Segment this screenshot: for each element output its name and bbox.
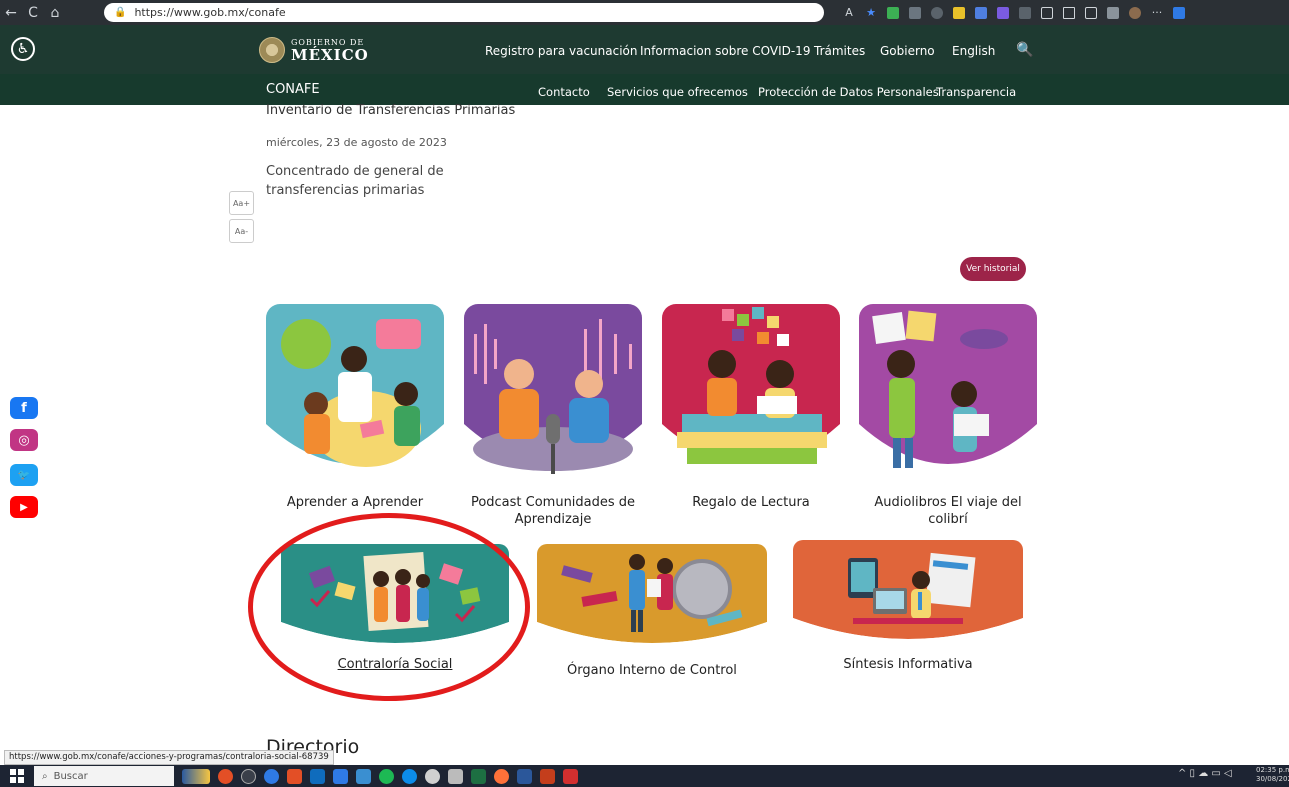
chrome-icon[interactable]: [218, 768, 233, 784]
extension-icon[interactable]: [970, 0, 992, 25]
site-header: ♿ GOBIERNO DE MÉXICO Registro para vacun…: [0, 25, 1289, 74]
extension-icon[interactable]: [882, 0, 904, 25]
copilot-icon[interactable]: [1168, 0, 1190, 25]
status-bar-url: https://www.gob.mx/conafe/acciones-y-pro…: [4, 750, 334, 765]
extension-icon[interactable]: [992, 0, 1014, 25]
gobierno-logo[interactable]: GOBIERNO DE MÉXICO: [259, 37, 369, 63]
subnav-datos-personales[interactable]: Protección de Datos Personales: [758, 85, 939, 99]
card-image-aprender[interactable]: [266, 304, 444, 484]
weather-icon[interactable]: [182, 768, 210, 784]
home-icon[interactable]: ⌂: [44, 0, 66, 25]
facebook-icon[interactable]: f: [10, 397, 38, 419]
extensions-icon[interactable]: [1102, 0, 1124, 25]
card-label-aprender[interactable]: Aprender a Aprender: [266, 494, 444, 511]
taskbar-apps: [182, 765, 578, 787]
taskbar-search[interactable]: ⌕ Buscar: [34, 766, 174, 786]
photos-icon[interactable]: [333, 768, 348, 784]
card-image-podcast[interactable]: [464, 304, 642, 484]
extension-icon[interactable]: [926, 0, 948, 25]
excel-icon[interactable]: [471, 768, 486, 784]
media-icon[interactable]: [241, 768, 256, 784]
clock-time: 02:35 p.m.: [1256, 766, 1289, 774]
card-label-podcast[interactable]: Podcast Comunidades de Aprendizaje: [464, 494, 642, 528]
card-image-sintesis[interactable]: [793, 540, 1023, 645]
outlook-icon[interactable]: [310, 768, 325, 784]
url-text: https://www.gob.mx/conafe: [134, 6, 286, 19]
card-image-audiolibros[interactable]: [859, 304, 1037, 484]
back-icon[interactable]: ←: [0, 0, 22, 25]
history-button[interactable]: Ver historial: [960, 257, 1026, 281]
article-title[interactable]: Inventario de Transferencias Primarias: [266, 103, 515, 118]
subnav-servicios[interactable]: Servicios que ofrecemos: [607, 85, 748, 99]
nav-english[interactable]: English: [952, 44, 995, 58]
card-label-organo-interno[interactable]: Órgano Interno de Control: [537, 662, 767, 679]
spotify-icon[interactable]: [379, 768, 394, 784]
font-increase-button[interactable]: Aa+: [229, 191, 254, 215]
favorite-star-icon[interactable]: ★: [860, 0, 882, 25]
windows-taskbar: ⌕ Buscar ^ ▯ ☁ ▭ ◁ 02:35 p.m. 30/08/2023: [0, 765, 1289, 787]
firefox-icon[interactable]: [494, 768, 509, 784]
extension-icon[interactable]: [948, 0, 970, 25]
card-label-sintesis[interactable]: Síntesis Informativa: [793, 656, 1023, 673]
more-icon[interactable]: ···: [1146, 0, 1168, 25]
edge-active-icon[interactable]: [402, 768, 417, 784]
nav-vacunacion[interactable]: Registro para vacunación: [485, 44, 637, 58]
instagram-icon[interactable]: ◎: [10, 429, 38, 451]
conafe-subheader: CONAFE Contacto Servicios que ofrecemos …: [0, 74, 1289, 105]
powerpoint-icon[interactable]: [540, 768, 555, 784]
profile-avatar[interactable]: [1124, 0, 1146, 25]
edge-icon[interactable]: [264, 768, 279, 784]
word-icon[interactable]: [517, 768, 532, 784]
font-decrease-button[interactable]: Aa-: [229, 219, 254, 243]
seal-icon: [259, 37, 285, 63]
refresh-icon[interactable]: C: [22, 0, 44, 25]
highlight-circle: [248, 513, 530, 701]
notepad-icon[interactable]: [448, 768, 463, 784]
twitter-icon[interactable]: 🐦: [10, 464, 38, 486]
nav-covid[interactable]: Informacion sobre COVID-19: [640, 44, 810, 58]
split-screen-icon[interactable]: [1036, 0, 1058, 25]
search-icon[interactable]: 🔍: [1016, 42, 1033, 58]
lock-icon: 🔒: [114, 7, 127, 18]
youtube-icon[interactable]: ▶: [10, 496, 38, 518]
collections-icon[interactable]: [1080, 0, 1102, 25]
browser-icon[interactable]: [425, 768, 440, 784]
accessibility-icon[interactable]: ♿: [11, 37, 35, 61]
conafe-brand[interactable]: CONAFE: [266, 82, 320, 97]
logo-line2: MÉXICO: [291, 45, 369, 64]
extension-icon[interactable]: [1014, 0, 1036, 25]
article-date: miércoles, 23 de agosto de 2023: [266, 136, 447, 149]
nav-gobierno[interactable]: Gobierno: [880, 44, 935, 58]
windows-start-icon[interactable]: [10, 769, 24, 783]
card-label-lectura[interactable]: Regalo de Lectura: [662, 494, 840, 511]
subnav-contacto[interactable]: Contacto: [538, 85, 590, 99]
taskbar-clock[interactable]: 02:35 p.m. 30/08/2023: [1256, 766, 1289, 784]
search-icon: ⌕: [42, 770, 48, 782]
card-label-audiolibros[interactable]: Audiolibros El viaje del colibrí: [859, 494, 1037, 528]
card-image-lectura[interactable]: [662, 304, 840, 484]
extensions-strip: A ★ ···: [838, 0, 1190, 25]
card-image-organo-interno[interactable]: [537, 544, 767, 649]
article-description: Concentrado de general de transferencias…: [266, 164, 444, 198]
clock-date: 30/08/2023: [1256, 775, 1289, 783]
extension-icon[interactable]: [904, 0, 926, 25]
acrobat-icon[interactable]: [563, 768, 578, 784]
system-tray[interactable]: ^ ▯ ☁ ▭ ◁: [1178, 768, 1232, 779]
address-bar[interactable]: 🔒 https://www.gob.mx/conafe: [104, 3, 824, 22]
files-icon[interactable]: [356, 768, 371, 784]
taskbar-search-placeholder: Buscar: [53, 770, 88, 782]
subnav-transparencia[interactable]: Transparencia: [936, 85, 1016, 99]
favorites-icon[interactable]: [1058, 0, 1080, 25]
read-aloud-icon[interactable]: A: [838, 0, 860, 25]
office-icon[interactable]: [287, 768, 302, 784]
nav-tramites[interactable]: Trámites: [814, 44, 865, 58]
